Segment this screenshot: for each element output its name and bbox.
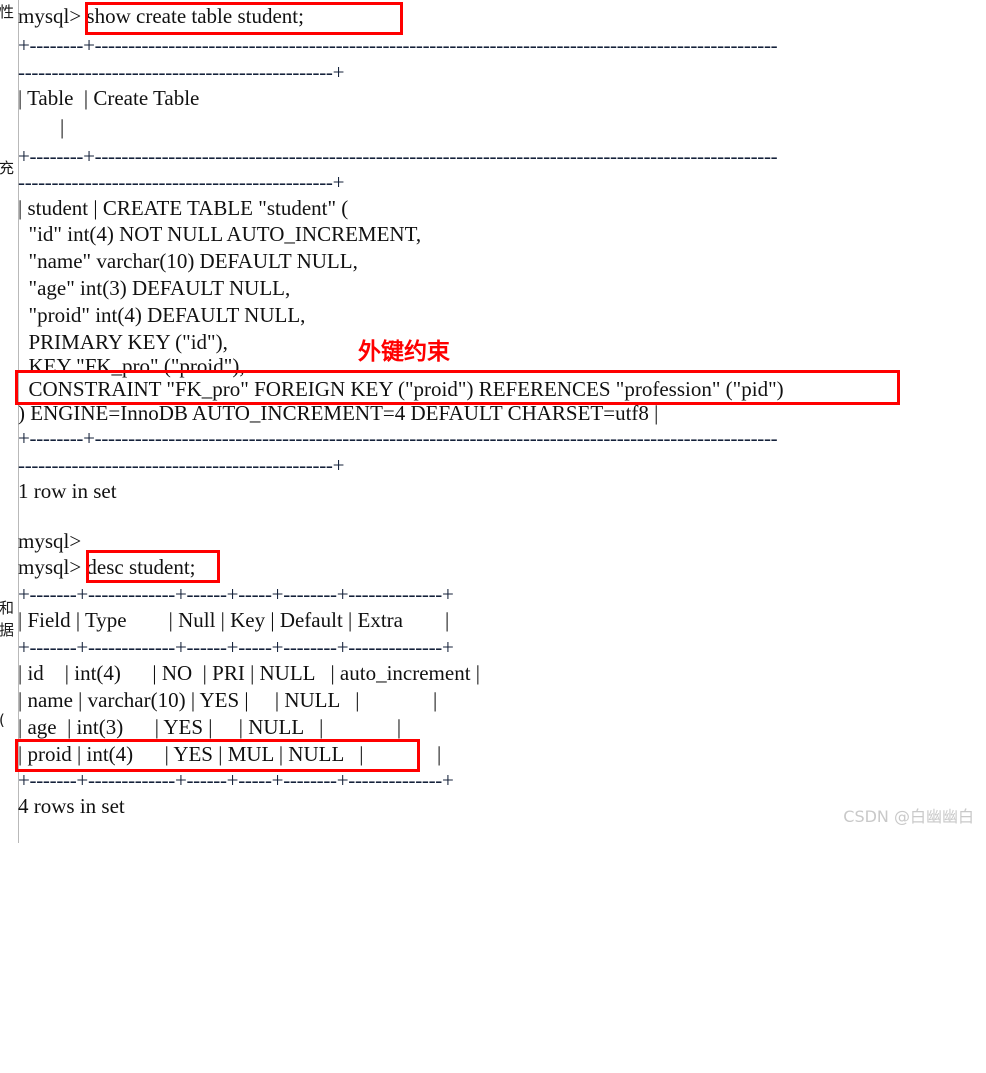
- terminal-line-create-table-start: | student | CREATE TABLE "student" (: [18, 196, 349, 220]
- terminal-line-command-show-create: mysql> show create table student;: [18, 4, 304, 28]
- terminal-line-separator-wrap: ----------------------------------------…: [18, 170, 345, 194]
- terminal-line-table-header-wrap: |: [18, 115, 65, 139]
- terminal-line-desc-separator-mid: +-------+-------------+------+-----+----…: [18, 635, 454, 659]
- terminal-line-desc-row-name: | name | varchar(10) | YES | | NULL | |: [18, 688, 438, 712]
- terminal-line-table-header: | Table | Create Table: [18, 86, 200, 110]
- terminal-line-separator: +--------+------------------------------…: [18, 426, 778, 450]
- margin-note-char: (: [0, 712, 16, 728]
- margin-note-char: 性: [0, 4, 15, 20]
- terminal-line-separator-wrap: ----------------------------------------…: [18, 453, 345, 477]
- terminal-line-desc-row-age: | age | int(3) | YES | | NULL | |: [18, 715, 402, 739]
- mysql-terminal-output[interactable]: | proid | int(4) | YES | MUL | NULL | | …: [18, 0, 986, 843]
- annotation-label-foreign-key-constraint: 外键约束: [358, 339, 450, 365]
- margin-note-char: 和: [0, 600, 15, 616]
- terminal-line-column-name: "name" varchar(10) DEFAULT NULL,: [18, 249, 358, 273]
- terminal-line-desc-row-id: | id | int(4) | NO | PRI | NULL | auto_i…: [18, 661, 480, 685]
- terminal-line-rows-in-set-1: 1 row in set: [18, 479, 117, 503]
- terminal-line-prompt: mysql>: [18, 529, 82, 553]
- terminal-line-separator-wrap: ----------------------------------------…: [18, 60, 345, 84]
- csdn-watermark: CSDN @白幽幽白: [843, 807, 974, 826]
- margin-note-char: 充: [0, 160, 15, 176]
- terminal-line-separator: +--------+------------------------------…: [18, 33, 778, 57]
- terminal-line-desc-headers: | Field | Type | Null | Key | Default | …: [18, 608, 450, 632]
- terminal-line-rows-in-set-4: 4 rows in set: [18, 794, 125, 818]
- terminal-line-column-proid: "proid" int(4) DEFAULT NULL,: [18, 303, 306, 327]
- terminal-line-column-age: "age" int(3) DEFAULT NULL,: [18, 276, 291, 300]
- terminal-line-command-desc: mysql> desc student;: [18, 555, 196, 579]
- terminal-line-desc-separator-bottom: +-------+-------------+------+-----+----…: [18, 768, 454, 792]
- terminal-line-desc-separator-top: +-------+-------------+------+-----+----…: [18, 582, 454, 606]
- margin-note-char: 据: [0, 622, 15, 638]
- terminal-line-column-id: "id" int(4) NOT NULL AUTO_INCREMENT,: [18, 222, 422, 246]
- screenshot-canvas: 性 充 和 据 ( | proid | int(4) | YES | MUL |…: [0, 0, 986, 843]
- terminal-line-separator: +--------+------------------------------…: [18, 144, 778, 168]
- terminal-line-desc-row-proid: | proid | int(4) | YES | MUL | NULL | |: [18, 742, 442, 766]
